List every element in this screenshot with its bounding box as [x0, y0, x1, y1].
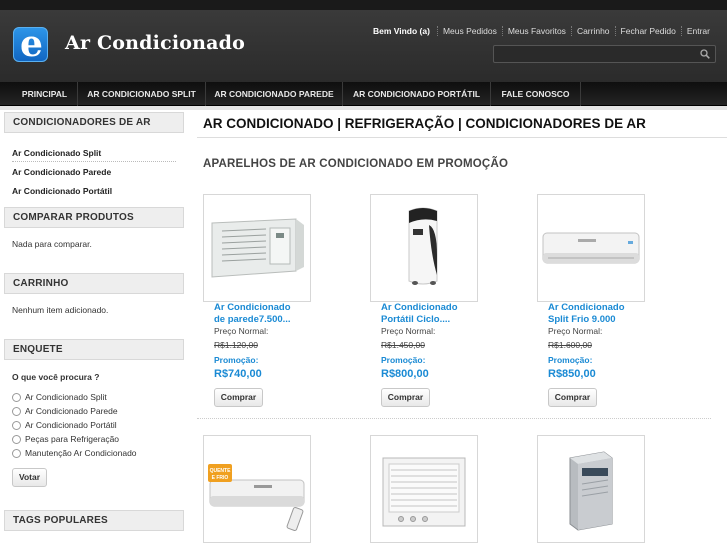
poll-option-label: Peças para Refrigeração: [25, 434, 120, 444]
site-header: e Ar Condicionado Bem Vindo (a) Meus Ped…: [0, 10, 727, 82]
poll-option[interactable]: Peças para Refrigeração: [12, 434, 119, 444]
vote-button[interactable]: Votar: [12, 468, 47, 487]
search-input[interactable]: [494, 48, 689, 64]
product-badge: E FRIO: [212, 475, 229, 481]
compare-title: COMPARAR PRODUTOS: [4, 207, 184, 228]
poll-option-label: Ar Condicionado Parede: [25, 406, 118, 416]
product-image-window-ac[interactable]: [203, 194, 311, 302]
radio-icon[interactable]: [12, 392, 21, 402]
nav-item-split[interactable]: AR CONDICIONADO SPLIT: [78, 82, 206, 106]
poll-title: ENQUETE: [4, 339, 184, 360]
welcome-text: Bem Vindo (a): [372, 26, 430, 36]
my-orders-link[interactable]: Meus Pedidos: [436, 26, 502, 36]
sidebar-item-portatil[interactable]: Ar Condicionado Portátil: [12, 186, 112, 196]
old-price: R$1.600,00: [548, 340, 592, 350]
product-name-line: Ar Condicionado: [381, 302, 458, 313]
site-title[interactable]: Ar Condicionado: [65, 32, 245, 54]
account-links: Bem Vindo (a) Meus Pedidos Meus Favorito…: [373, 26, 715, 36]
buy-button[interactable]: Comprar: [548, 388, 597, 407]
poll-option-label: Ar Condicionado Portátil: [25, 420, 117, 430]
promo-price: R$850,00: [548, 368, 596, 380]
nav-item-contact[interactable]: FALE CONOSCO: [491, 82, 581, 106]
page-title: AR CONDICIONADO | REFRIGERAÇÃO | CONDICI…: [203, 116, 646, 131]
search-icon[interactable]: [700, 49, 710, 59]
nav-item-principal[interactable]: PRINCIPAL: [12, 82, 78, 106]
promo-label: Promoção:: [214, 355, 259, 365]
checkout-link[interactable]: Fechar Pedido: [614, 26, 681, 36]
promo-price: R$740,00: [214, 368, 262, 380]
radio-icon[interactable]: [12, 420, 21, 430]
product-name[interactable]: Ar Condicionado Portátil Ciclo....: [381, 302, 491, 326]
normal-price-label: Preço Normal:: [381, 326, 436, 336]
divider: [12, 161, 176, 162]
divider: [197, 137, 727, 138]
product-name[interactable]: Ar Condicionado de parede7.500...: [214, 302, 324, 326]
product-image-portable-ac-grey[interactable]: [537, 435, 645, 543]
my-favorites-link[interactable]: Meus Favoritos: [501, 26, 571, 36]
poll-option[interactable]: Ar Condicionado Portátil: [12, 420, 117, 430]
logo-icon[interactable]: e: [13, 23, 48, 65]
old-price: R$1.450,00: [381, 340, 425, 350]
buy-button[interactable]: Comprar: [381, 388, 430, 407]
sidebar-item-split[interactable]: Ar Condicionado Split: [12, 148, 101, 158]
poll-option[interactable]: Ar Condicionado Parede: [12, 406, 118, 416]
compare-empty-text: Nada para comparar.: [12, 239, 92, 249]
product-name-line: de parede7.500...: [214, 314, 291, 325]
nav-shadow: [0, 106, 727, 110]
top-strip: [0, 0, 727, 10]
product-badge: QUENTE: [210, 468, 232, 474]
section-title: APARELHOS DE AR CONDICIONADO EM PROMOÇÃO: [203, 158, 509, 170]
search-box: [493, 45, 716, 64]
product-name-line: Ar Condicionado: [214, 302, 291, 313]
cart-title: CARRINHO: [4, 273, 184, 294]
main-nav: PRINCIPAL AR CONDICIONADO SPLIT AR CONDI…: [0, 82, 727, 106]
normal-price-label: Preço Normal:: [214, 326, 269, 336]
poll-option-label: Manutenção Ar Condicionado: [25, 448, 137, 458]
product-name[interactable]: Ar Condicionado Split Frio 9.000: [548, 302, 658, 326]
cart-link[interactable]: Carrinho: [570, 26, 615, 36]
cart-empty-text: Nenhum item adicionado.: [12, 305, 109, 315]
categories-title: CONDICIONADORES DE AR: [4, 112, 184, 133]
poll-option[interactable]: Manutenção Ar Condicionado: [12, 448, 137, 458]
promo-price: R$800,00: [381, 368, 429, 380]
promo-label: Promoção:: [548, 355, 593, 365]
normal-price-label: Preço Normal:: [548, 326, 603, 336]
login-link[interactable]: Entrar: [680, 26, 715, 36]
product-image-portable-ac[interactable]: [370, 194, 478, 302]
radio-icon[interactable]: [12, 406, 21, 416]
product-image-split-ac[interactable]: [537, 194, 645, 302]
product-image-split-ac-remote[interactable]: QUENTE E FRIO: [203, 435, 311, 543]
old-price: R$1.120,00: [214, 340, 258, 350]
poll-option-label: Ar Condicionado Split: [25, 392, 107, 402]
sidebar-item-parede[interactable]: Ar Condicionado Parede: [12, 167, 111, 177]
product-name-line: Portátil Ciclo....: [381, 314, 451, 325]
product-name-line: Ar Condicionado: [548, 302, 625, 313]
radio-icon[interactable]: [12, 434, 21, 444]
row-divider: [197, 418, 711, 419]
promo-label: Promoção:: [381, 355, 426, 365]
logo-letter: e: [20, 23, 43, 65]
poll-question: O que você procura ?: [12, 372, 100, 382]
radio-icon[interactable]: [12, 448, 21, 458]
nav-item-portatil[interactable]: AR CONDICIONADO PORTÁTIL: [343, 82, 491, 106]
product-image-window-ac-white[interactable]: [370, 435, 478, 543]
product-name-line: Split Frio 9.000: [548, 314, 616, 325]
buy-button[interactable]: Comprar: [214, 388, 263, 407]
nav-item-parede[interactable]: AR CONDICIONADO PAREDE: [206, 82, 343, 106]
poll-option[interactable]: Ar Condicionado Split: [12, 392, 107, 402]
tags-title: TAGS POPULARES: [4, 510, 184, 531]
